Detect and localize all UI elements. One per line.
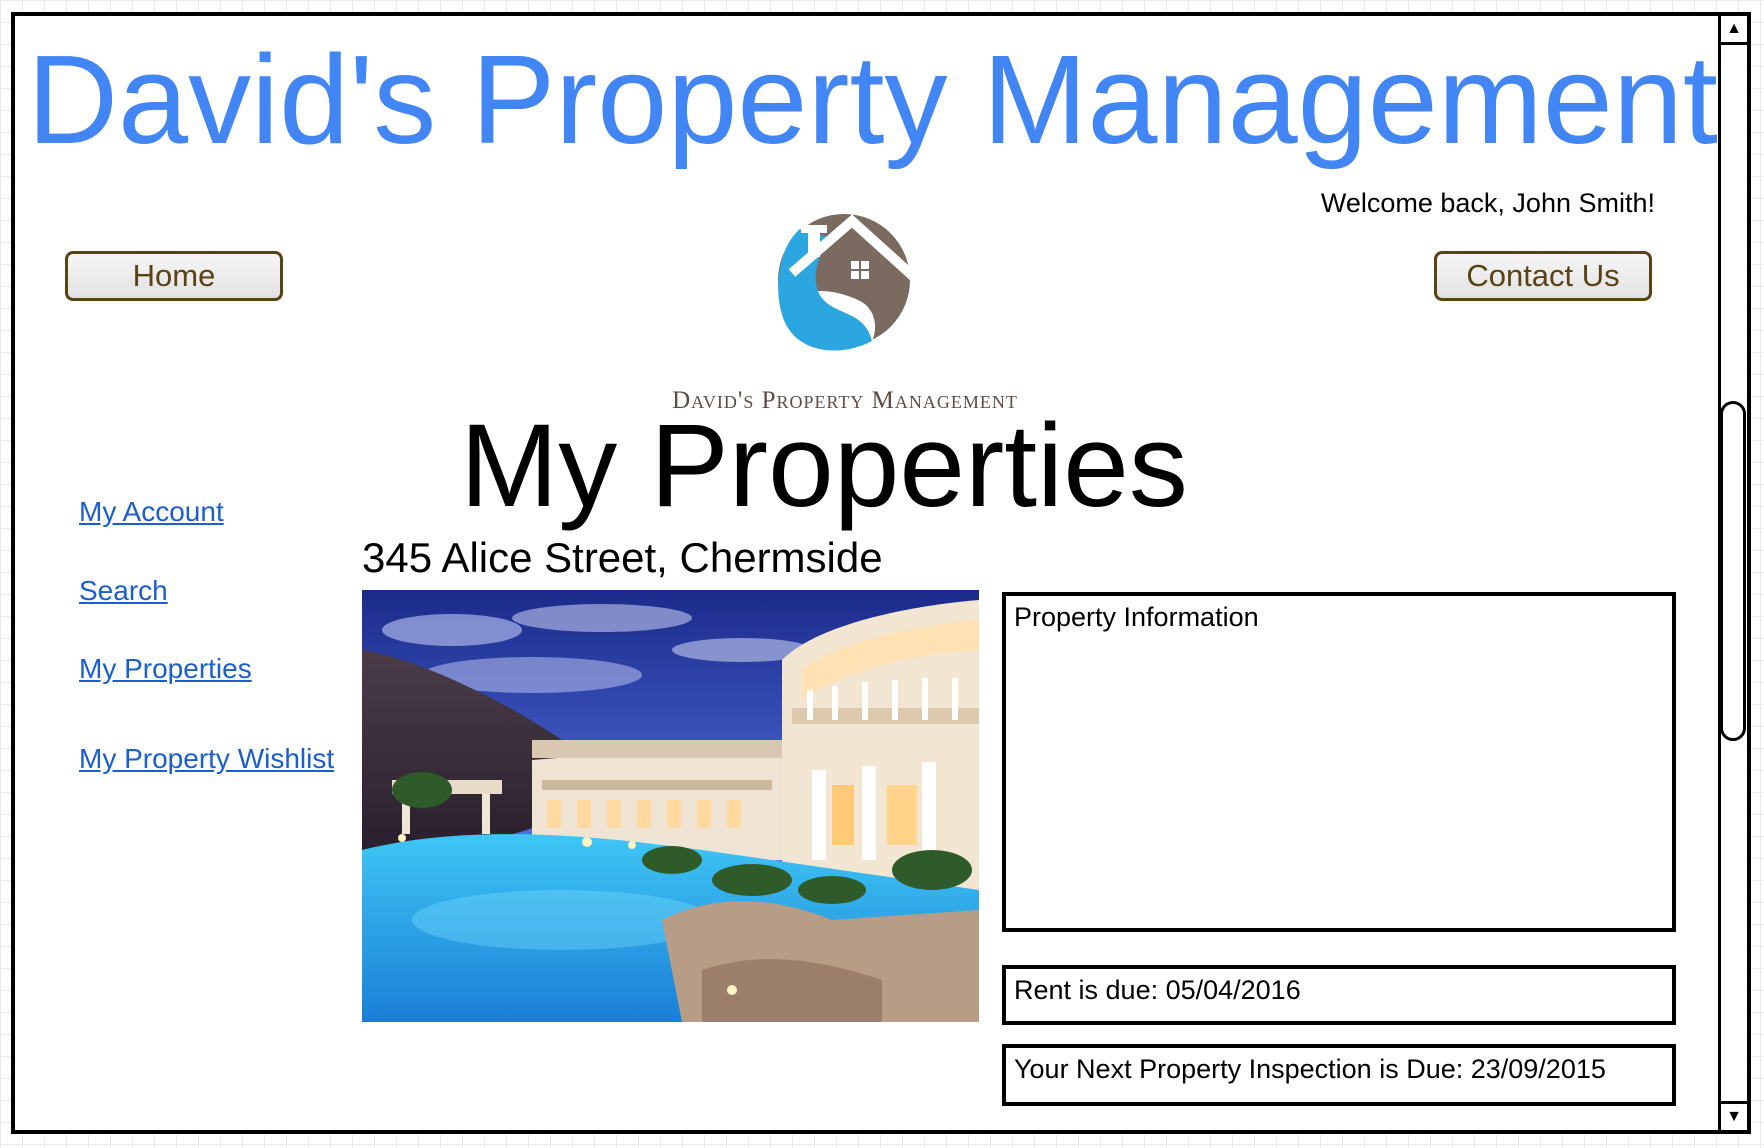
scroll-up-arrow-icon[interactable]: ▲ <box>1721 16 1747 45</box>
home-button[interactable]: Home <box>65 251 283 301</box>
vertical-scrollbar[interactable]: ▲ ▼ <box>1718 16 1747 1130</box>
scroll-thumb[interactable] <box>1720 401 1746 741</box>
welcome-message: Welcome back, John Smith! <box>1320 188 1655 218</box>
inspection-due-box: Your Next Property Inspection is Due: 23… <box>1002 1044 1676 1106</box>
house-logo-icon <box>778 214 918 351</box>
contact-us-button[interactable]: Contact Us <box>1434 251 1652 301</box>
property-photo <box>362 590 979 1022</box>
property-information-box: Property Information <box>1002 592 1676 932</box>
app-window: David's Property Management Welcome back… <box>11 12 1751 1134</box>
sidebar-item-my-account[interactable]: My Account <box>79 496 224 528</box>
page-title: My Properties <box>460 400 1188 532</box>
site-title: David's Property Management <box>27 29 1718 170</box>
sidebar-item-search[interactable]: Search <box>79 575 168 607</box>
company-logo: David's Property Management <box>635 211 1055 421</box>
sidebar-item-my-property-wishlist[interactable]: My Property Wishlist <box>79 743 334 775</box>
sidebar-item-my-properties[interactable]: My Properties <box>79 653 252 685</box>
property-address: 345 Alice Street, Chermside <box>362 534 883 581</box>
rent-due-box: Rent is due: 05/04/2016 <box>1002 965 1676 1025</box>
scroll-down-arrow-icon[interactable]: ▼ <box>1721 1101 1747 1130</box>
